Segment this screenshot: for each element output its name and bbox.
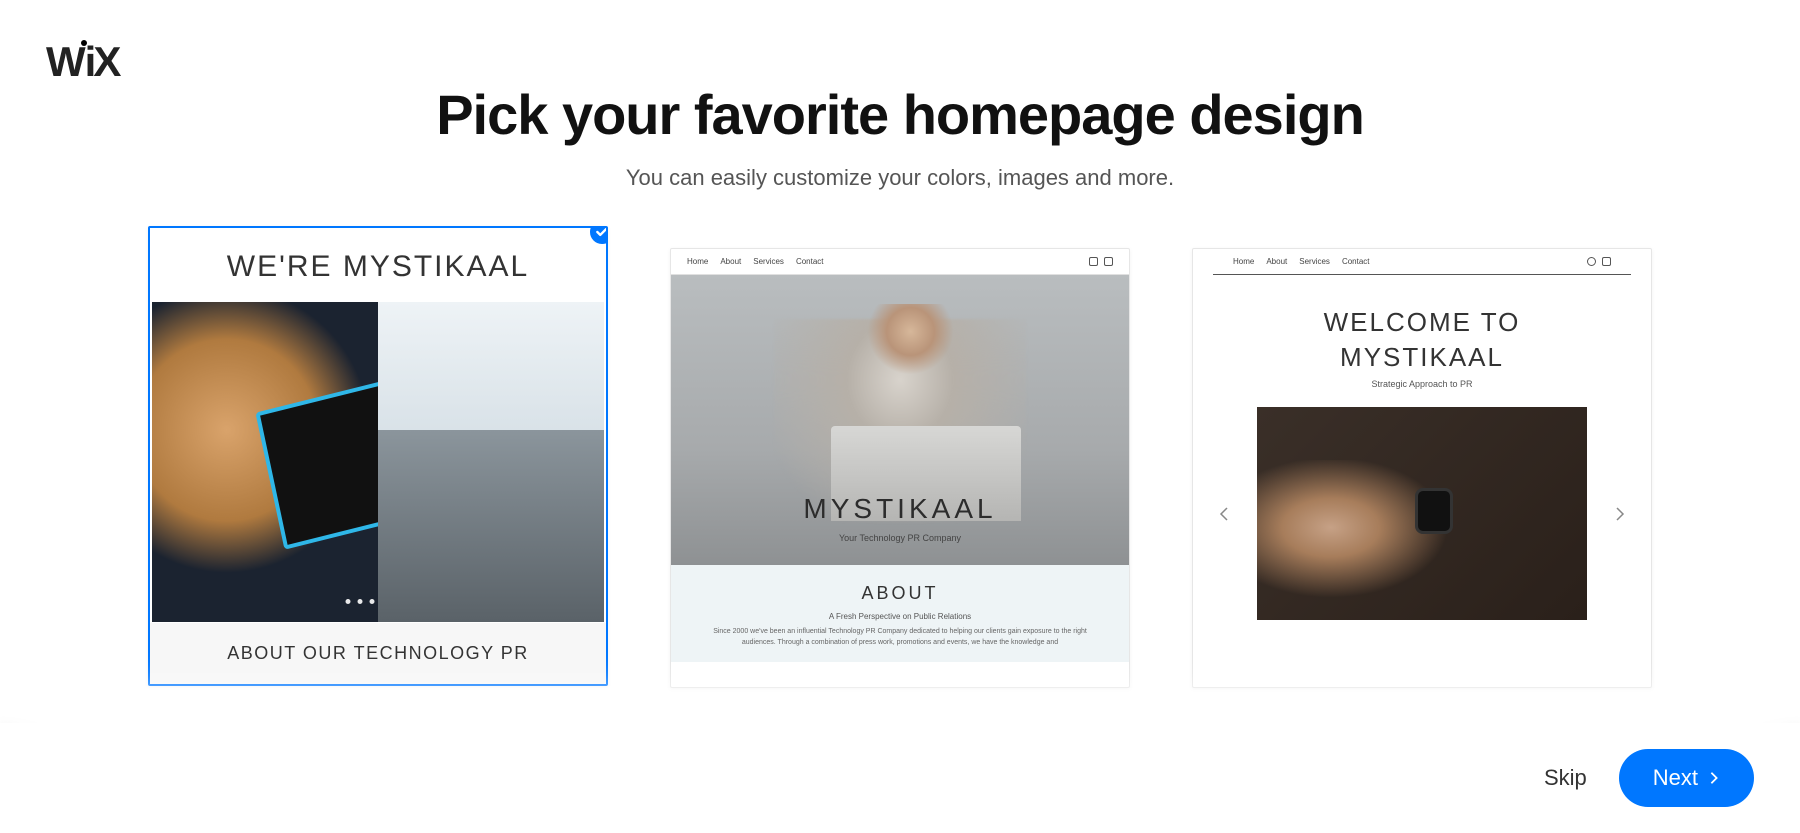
template2-nav-item: Contact <box>796 257 824 266</box>
template3-subtitle: Strategic Approach to PR <box>1193 379 1651 389</box>
template2-about-tagline: A Fresh Perspective on Public Relations <box>711 612 1089 621</box>
page-subtitle: You can easily customize your colors, im… <box>0 165 1800 191</box>
template3-hand-graphic <box>1257 460 1468 609</box>
template2-about-body: Since 2000 we've been an influential Tec… <box>711 627 1089 648</box>
carousel-next-button[interactable] <box>1609 497 1631 531</box>
template1-footer-text: ABOUT OUR TECHNOLOGY PR <box>150 623 606 684</box>
link-icon <box>1602 257 1611 266</box>
template3-nav-item: Home <box>1233 257 1254 266</box>
page-heading: Pick your favorite homepage design You c… <box>0 82 1800 191</box>
template-card-2[interactable]: Home About Services Contact MYSTIKAAL Yo… <box>670 248 1130 688</box>
wix-logo[interactable]: WiX <box>46 38 118 86</box>
logo-dot-icon <box>81 40 87 46</box>
template1-hero-image <box>152 302 604 622</box>
template3-watch-graphic <box>1415 488 1453 534</box>
template3-hero-image <box>1257 407 1587 620</box>
template1-carousel-dots <box>346 599 411 604</box>
bottom-action-bar: Skip Next <box>0 723 1800 833</box>
carousel-prev-button[interactable] <box>1213 497 1235 531</box>
template-card-1[interactable]: WE'RE MYSTIKAAL ABOUT OUR TECHNOLOGY PR <box>148 226 608 686</box>
template3-nav: Home About Services Contact <box>1213 249 1631 275</box>
template-card-3[interactable]: Home About Services Contact WELCOME TO M… <box>1192 248 1652 688</box>
instagram-icon <box>1587 257 1596 266</box>
template2-about-heading: ABOUT <box>711 583 1089 604</box>
template3-nav-item: Contact <box>1342 257 1370 266</box>
template3-nav-item: Services <box>1299 257 1330 266</box>
template2-nav-item: About <box>720 257 741 266</box>
instagram-icon <box>1089 257 1098 266</box>
template-card-row: WE'RE MYSTIKAAL ABOUT OUR TECHNOLOGY PR … <box>0 248 1800 688</box>
template2-person-graphic <box>863 304 958 414</box>
template2-nav-item: Home <box>687 257 708 266</box>
template2-brand: MYSTIKAAL <box>671 493 1129 525</box>
next-button[interactable]: Next <box>1619 749 1754 807</box>
template1-tablet-graphic <box>255 364 478 549</box>
template2-nav: Home About Services Contact <box>671 249 1129 275</box>
link-icon <box>1104 257 1113 266</box>
chevron-right-icon <box>1708 771 1720 785</box>
template2-about-section: ABOUT A Fresh Perspective on Public Rela… <box>671 565 1129 662</box>
template2-nav-item: Services <box>753 257 784 266</box>
template2-brand-sub: Your Technology PR Company <box>671 533 1129 543</box>
template1-hero-title: WE'RE MYSTIKAAL <box>150 228 606 302</box>
next-button-label: Next <box>1653 765 1698 791</box>
template3-nav-item: About <box>1266 257 1287 266</box>
template2-hero-image: MYSTIKAAL Your Technology PR Company <box>671 275 1129 565</box>
template3-hero-wrap <box>1193 407 1651 620</box>
page-title: Pick your favorite homepage design <box>0 82 1800 147</box>
skip-button[interactable]: Skip <box>1544 765 1587 791</box>
template3-title: WELCOME TO MYSTIKAAL <box>1193 275 1651 379</box>
